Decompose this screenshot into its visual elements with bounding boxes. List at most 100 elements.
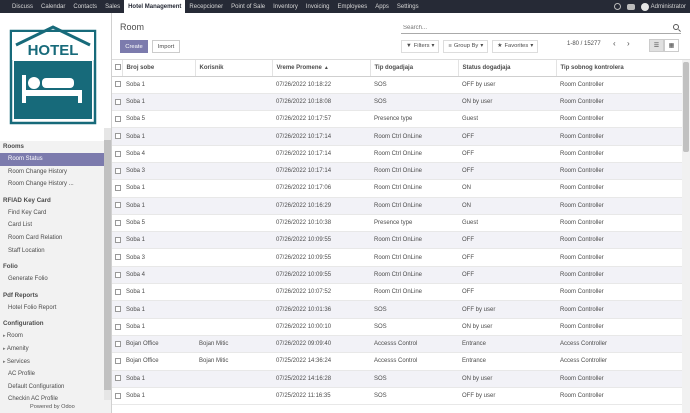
column-header[interactable]: Broj sobe: [121, 60, 195, 77]
top-menu-item[interactable]: Invoicing: [302, 0, 334, 13]
table-cell: Room Ctrl OnLine: [370, 197, 458, 215]
table-row[interactable]: Soba 3 07/26/2022 10:17:14 Room Ctrl OnLin…: [112, 162, 682, 181]
column-header[interactable]: Korisnik: [194, 60, 272, 77]
kanban-view-button[interactable]: ▦: [664, 39, 679, 52]
row-checkbox[interactable]: [115, 98, 121, 105]
powered-by[interactable]: Powered by Odoo: [30, 404, 75, 410]
row-checkbox[interactable]: [115, 306, 121, 313]
row-checkbox[interactable]: [115, 375, 121, 382]
top-menu-item[interactable]: Employees: [334, 0, 372, 13]
table-cell: [195, 387, 272, 406]
top-menu-item[interactable]: Calendar: [37, 0, 69, 13]
table-row[interactable]: Soba 1 07/26/2022 10:16:29 Room Ctrl OnLin…: [112, 197, 682, 215]
table-cell: [195, 300, 272, 319]
row-checkbox[interactable]: [115, 358, 121, 365]
table-row[interactable]: Soba 5 07/26/2022 10:17:57 Presence type Gu…: [112, 110, 682, 129]
sidebar-item[interactable]: AC Profile: [0, 368, 104, 381]
table-row[interactable]: Soba 1 07/26/2022 10:17:14 Room Ctrl OnLin…: [112, 127, 682, 146]
table-row[interactable]: Soba 1 07/26/2022 10:18:08 SOS ON by user Ro…: [112, 93, 682, 112]
table-cell: 07/26/2022 10:17:57: [272, 110, 370, 129]
systray: Administrator: [613, 0, 686, 13]
search-icon[interactable]: [673, 24, 679, 30]
chat-icon[interactable]: [626, 3, 635, 10]
sidebar-item[interactable]: Room Card Relation: [0, 232, 104, 245]
main-scrollbar-thumb[interactable]: [683, 62, 689, 152]
hotel-logo: HOTEL: [0, 13, 111, 141]
activity-icon[interactable]: [613, 3, 621, 10]
table-cell: [195, 214, 272, 233]
row-checkbox[interactable]: [115, 167, 121, 174]
table-row[interactable]: Soba 1 07/26/2022 10:00:10 SOS ON by user Ro…: [112, 318, 682, 336]
row-select-cell: [112, 283, 122, 302]
top-menu-item[interactable]: Inventory: [269, 0, 302, 13]
search-input[interactable]: [401, 24, 681, 31]
group-by-button[interactable]: ≡ Group By ▾: [443, 39, 489, 53]
table-row[interactable]: Soba 1 07/26/2022 10:18:22 SOS OFF by user R…: [112, 76, 682, 94]
sidebar-item[interactable]: Generate Folio: [0, 273, 104, 286]
select-all-checkbox[interactable]: [115, 64, 121, 71]
top-menu-item[interactable]: Point of Sale: [227, 0, 269, 13]
top-menu-item[interactable]: Contacts: [69, 0, 101, 13]
favorites-button[interactable]: ★ Favorites ▾: [492, 39, 539, 53]
table-row[interactable]: Soba 5 07/26/2022 10:10:38 Presence type Gu…: [112, 214, 682, 233]
row-checkbox[interactable]: [115, 392, 121, 399]
table-row[interactable]: Soba 1 07/25/2022 14:16:28 SOS ON by user Ro…: [112, 370, 682, 388]
sidebar-item[interactable]: Room Status: [0, 153, 104, 166]
sidebar-item[interactable]: Services: [0, 356, 104, 369]
top-menu-item[interactable]: Apps: [371, 0, 393, 13]
top-menu-item[interactable]: Hotel Management: [124, 0, 186, 13]
table-row[interactable]: Soba 4 07/26/2022 10:09:55 Room Ctrl OnLin…: [112, 266, 682, 285]
filters-button[interactable]: ▼ Filters ▾: [401, 39, 440, 53]
sidebar-item[interactable]: Room: [0, 330, 104, 343]
row-checkbox[interactable]: [115, 185, 121, 192]
import-button[interactable]: Import: [152, 40, 180, 53]
column-header[interactable]: Tip dogadjaja: [369, 60, 458, 77]
table-row[interactable]: Soba 1 07/26/2022 10:01:36 SOS OFF by user R…: [112, 300, 682, 319]
table-row[interactable]: Soba 1 07/26/2022 10:09:55 Room Ctrl OnLin…: [112, 231, 682, 250]
sidebar-item[interactable]: Staff Location: [0, 245, 104, 258]
row-checkbox[interactable]: [115, 202, 121, 209]
top-menu-item[interactable]: Sales: [101, 0, 124, 13]
user-menu[interactable]: Administrator: [640, 2, 686, 11]
list-view-button[interactable]: ☰: [649, 39, 664, 52]
table-row[interactable]: Soba 3 07/26/2022 10:09:55 Room Ctrl OnLin…: [112, 248, 682, 267]
row-checkbox[interactable]: [115, 219, 121, 226]
table-row[interactable]: Soba 1 07/26/2022 10:17:06 Room Ctrl OnLin…: [112, 179, 682, 198]
row-checkbox[interactable]: [115, 340, 121, 347]
filter-icon: ▼: [406, 43, 412, 49]
top-menu-item[interactable]: Recepcioner: [185, 0, 227, 13]
sidebar-item[interactable]: Room Change History: [0, 166, 104, 179]
row-checkbox[interactable]: [115, 254, 121, 261]
pager-value[interactable]: 1-80 / 15277: [567, 41, 601, 47]
row-checkbox[interactable]: [115, 115, 121, 122]
chevron-right-icon[interactable]: ›: [627, 39, 630, 48]
sidebar-item[interactable]: Find Key Card: [0, 207, 104, 220]
row-checkbox[interactable]: [115, 237, 121, 244]
table-row[interactable]: Bojan Office Bojan Mitic 07/26/2022 09:09:…: [112, 335, 682, 354]
table-cell: Soba 1: [122, 370, 195, 388]
row-checkbox[interactable]: [115, 81, 121, 88]
row-checkbox[interactable]: [115, 323, 121, 330]
top-menu-item[interactable]: Discuss: [8, 0, 37, 13]
table-row[interactable]: Bojan Office Bojan Mitic 07/25/2022 14:36:…: [112, 352, 682, 371]
column-header-sorted[interactable]: Vreme Promene ▲: [271, 60, 370, 77]
table-row[interactable]: Soba 1 07/25/2022 11:16:35 SOS OFF by user R…: [112, 387, 682, 406]
sidebar-item[interactable]: Hotel Folio Report: [0, 302, 104, 315]
top-menu-item[interactable]: Settings: [393, 0, 423, 13]
sidebar-item[interactable]: Room Change History ...: [0, 178, 104, 191]
table-row[interactable]: Soba 1 07/26/2022 10:07:52 Room Ctrl OnLin…: [112, 283, 682, 302]
row-checkbox[interactable]: [115, 288, 121, 295]
create-button[interactable]: Create: [120, 40, 148, 53]
chevron-left-icon[interactable]: ‹: [613, 39, 616, 48]
table-row[interactable]: Soba 4 07/26/2022 10:17:14 Room Ctrl OnLin…: [112, 145, 682, 163]
sidebar-item[interactable]: Amenity: [0, 343, 104, 356]
sidebar-scrollbar-thumb[interactable]: [104, 140, 111, 390]
sidebar-item[interactable]: Card List: [0, 219, 104, 232]
sidebar-item[interactable]: Default Configuration: [0, 381, 104, 394]
row-checkbox[interactable]: [115, 150, 121, 157]
row-checkbox[interactable]: [115, 133, 121, 140]
column-header[interactable]: Tip sobnog kontrolera: [555, 60, 682, 77]
column-header[interactable]: Status dogadjaja: [457, 60, 556, 77]
search-options: ▼ Filters ▾ ≡ Group By ▾ ★ Favorites ▾: [401, 39, 539, 53]
row-checkbox[interactable]: [115, 271, 121, 278]
